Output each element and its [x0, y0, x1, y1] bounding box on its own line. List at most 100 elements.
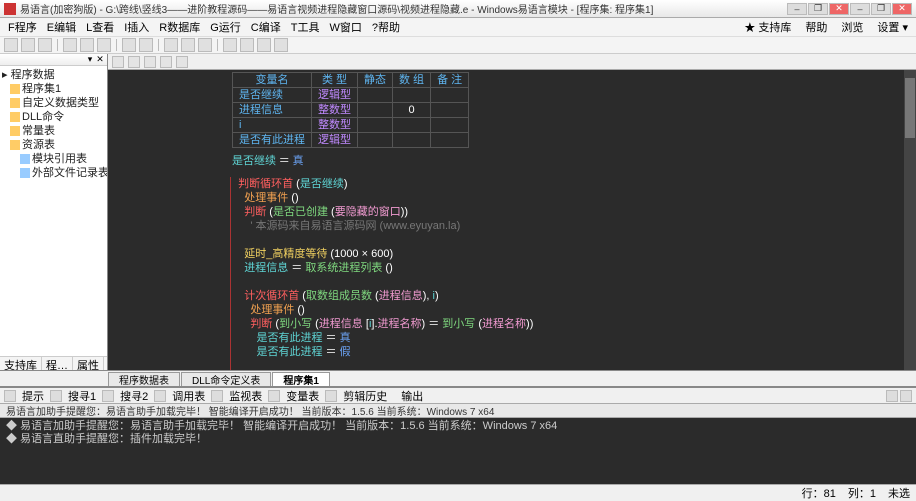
tree-node[interactable]: 外部文件记录表: [2, 166, 105, 180]
tree-root[interactable]: ▸ 程序数据: [2, 68, 105, 82]
menu-right-item[interactable]: 帮助: [801, 19, 831, 35]
code-line[interactable]: 判断 (是否已创建 (要隐藏的窗口)): [232, 205, 916, 219]
tab-icon[interactable]: [50, 390, 62, 402]
toolbar-stop-icon[interactable]: [181, 38, 195, 52]
code-lines[interactable]: 判断循环首 (是否继续) 处理事件 () 判断 (是否已创建 (要隐藏的窗口))…: [232, 177, 916, 370]
toolbar-icon[interactable]: [257, 38, 271, 52]
code-tool-icon[interactable]: [144, 56, 156, 68]
menu-item[interactable]: L查看: [82, 19, 118, 35]
menu-right-item[interactable]: ★ 支持库: [740, 19, 795, 35]
toolbar-paste-icon[interactable]: [97, 38, 111, 52]
bottom-tab[interactable]: 剪辑历史: [339, 388, 391, 404]
tree-node[interactable]: 程序集1: [2, 82, 105, 96]
scrollbar-thumb[interactable]: [905, 78, 915, 138]
menu-right-item[interactable]: 设置 ▾: [873, 19, 912, 35]
pin-icon[interactable]: [886, 390, 898, 402]
table-row[interactable]: 进程信息整数型0: [233, 103, 469, 118]
menu-item[interactable]: E编辑: [43, 19, 80, 35]
menu-item[interactable]: W窗口: [325, 19, 365, 35]
toolbar-icon[interactable]: [223, 38, 237, 52]
close-button-2[interactable]: ✕: [892, 3, 912, 15]
tab-icon[interactable]: [325, 390, 337, 402]
toolbar-redo-icon[interactable]: [139, 38, 153, 52]
tree-node[interactable]: 自定义数据类型: [2, 96, 105, 110]
minimize-button-2[interactable]: –: [850, 3, 870, 15]
code-line[interactable]: [232, 233, 916, 247]
editor-tab-active[interactable]: 程序集1: [272, 372, 330, 386]
code-line[interactable]: 处理事件 (): [232, 191, 916, 205]
menu-item[interactable]: C编译: [247, 19, 285, 35]
tree-node[interactable]: 常量表: [2, 124, 105, 138]
bottom-tab[interactable]: 搜寻1: [64, 388, 100, 404]
close-button[interactable]: ✕: [829, 3, 849, 15]
code-line[interactable]: 判断 (到小写 (进程信息 [i].进程名称) ＝ 到小写 (进程名称)): [232, 317, 916, 331]
menu-item[interactable]: F程序: [4, 19, 41, 35]
restore-button[interactable]: ❐: [808, 3, 828, 15]
tab-icon[interactable]: [154, 390, 166, 402]
folder-icon: [10, 140, 20, 150]
code-line[interactable]: ' 本源码来自易语言源码网 (www.eyuyan.la): [232, 219, 916, 233]
tree-node[interactable]: 模块引用表: [2, 152, 105, 166]
toolbar-icon[interactable]: [274, 38, 288, 52]
toolbar-save-icon[interactable]: [38, 38, 52, 52]
code-line[interactable]: 是否有此进程 ＝ 真: [232, 331, 916, 345]
editor-tab[interactable]: 程序数据表: [108, 372, 180, 386]
bottom-tab[interactable]: 搜寻2: [116, 388, 152, 404]
menu-item[interactable]: T工具: [287, 19, 324, 35]
menu-item[interactable]: R数据库: [155, 19, 204, 35]
pin-icon[interactable]: ▾: [85, 54, 95, 65]
bottom-tab[interactable]: 提示: [18, 388, 48, 404]
toolbar-run-icon[interactable]: [164, 38, 178, 52]
toolbar-icon[interactable]: [240, 38, 254, 52]
code-tool-icon[interactable]: [160, 56, 172, 68]
close-icon[interactable]: ✕: [95, 54, 105, 65]
output-log[interactable]: ◆ 易语言加助手提醒您：易语言助手加载完毕！ 智能编译开启成功！ 当前版本：1.…: [0, 418, 916, 484]
separator: [116, 39, 117, 51]
tab-icon[interactable]: [268, 390, 280, 402]
code-line[interactable]: [232, 359, 916, 370]
sidebar-tab[interactable]: 支持库: [0, 357, 42, 370]
tree-node[interactable]: 资源表: [2, 138, 105, 152]
toolbar-new-icon[interactable]: [4, 38, 18, 52]
code-line[interactable]: 判断循环首 (是否继续): [232, 177, 916, 191]
project-tree[interactable]: ▸ 程序数据 程序集1自定义数据类型DLL命令常量表资源表模块引用表外部文件记录…: [0, 66, 107, 356]
code-line[interactable]: 计次循环首 (取数组成员数 (进程信息), i): [232, 289, 916, 303]
sidebar-tab[interactable]: 属性: [73, 357, 104, 370]
status-col: 列：1: [848, 485, 876, 501]
search-icon[interactable]: [4, 390, 16, 402]
menu-item[interactable]: ?帮助: [368, 19, 404, 35]
tree-node[interactable]: DLL命令: [2, 110, 105, 124]
code-tool-icon[interactable]: [112, 56, 124, 68]
bottom-tab[interactable]: 监视表: [225, 388, 266, 404]
table-row[interactable]: 是否有此进程逻辑型: [233, 133, 469, 148]
restore-button-2[interactable]: ❐: [871, 3, 891, 15]
code-tool-icon[interactable]: [176, 56, 188, 68]
toolbar-open-icon[interactable]: [21, 38, 35, 52]
toolbar-cut-icon[interactable]: [63, 38, 77, 52]
close-icon[interactable]: [900, 390, 912, 402]
menu-right-item[interactable]: 浏览: [837, 19, 867, 35]
toolbar-build-icon[interactable]: [198, 38, 212, 52]
bottom-tab[interactable]: 变量表: [282, 388, 323, 404]
minimize-button[interactable]: –: [787, 3, 807, 15]
menu-item[interactable]: I插入: [120, 19, 153, 35]
code-line[interactable]: 是否有此进程 ＝ 假: [232, 345, 916, 359]
code-line[interactable]: 进程信息 ＝ 取系统进程列表 (): [232, 261, 916, 275]
vertical-scrollbar[interactable]: [904, 70, 916, 370]
sidebar-tab[interactable]: 程…: [42, 357, 73, 370]
toolbar-undo-icon[interactable]: [122, 38, 136, 52]
table-row[interactable]: i整数型: [233, 118, 469, 133]
bottom-tab[interactable]: 调用表: [168, 388, 209, 404]
code-line[interactable]: 处理事件 (): [232, 303, 916, 317]
editor-tab[interactable]: DLL命令定义表: [181, 372, 271, 386]
code-line[interactable]: [232, 275, 916, 289]
code-line[interactable]: 延时_高精度等待 (1000 × 600): [232, 247, 916, 261]
tab-icon[interactable]: [211, 390, 223, 402]
table-row[interactable]: 是否继续逻辑型: [233, 88, 469, 103]
code-editor[interactable]: 变量名类 型静态数 组备 注 是否继续逻辑型进程信息整数型0i整数型是否有此进程…: [108, 70, 916, 370]
tab-icon[interactable]: [102, 390, 114, 402]
bottom-tab[interactable]: 输出: [397, 388, 427, 404]
menu-item[interactable]: G运行: [206, 19, 245, 35]
code-tool-icon[interactable]: [128, 56, 140, 68]
toolbar-copy-icon[interactable]: [80, 38, 94, 52]
